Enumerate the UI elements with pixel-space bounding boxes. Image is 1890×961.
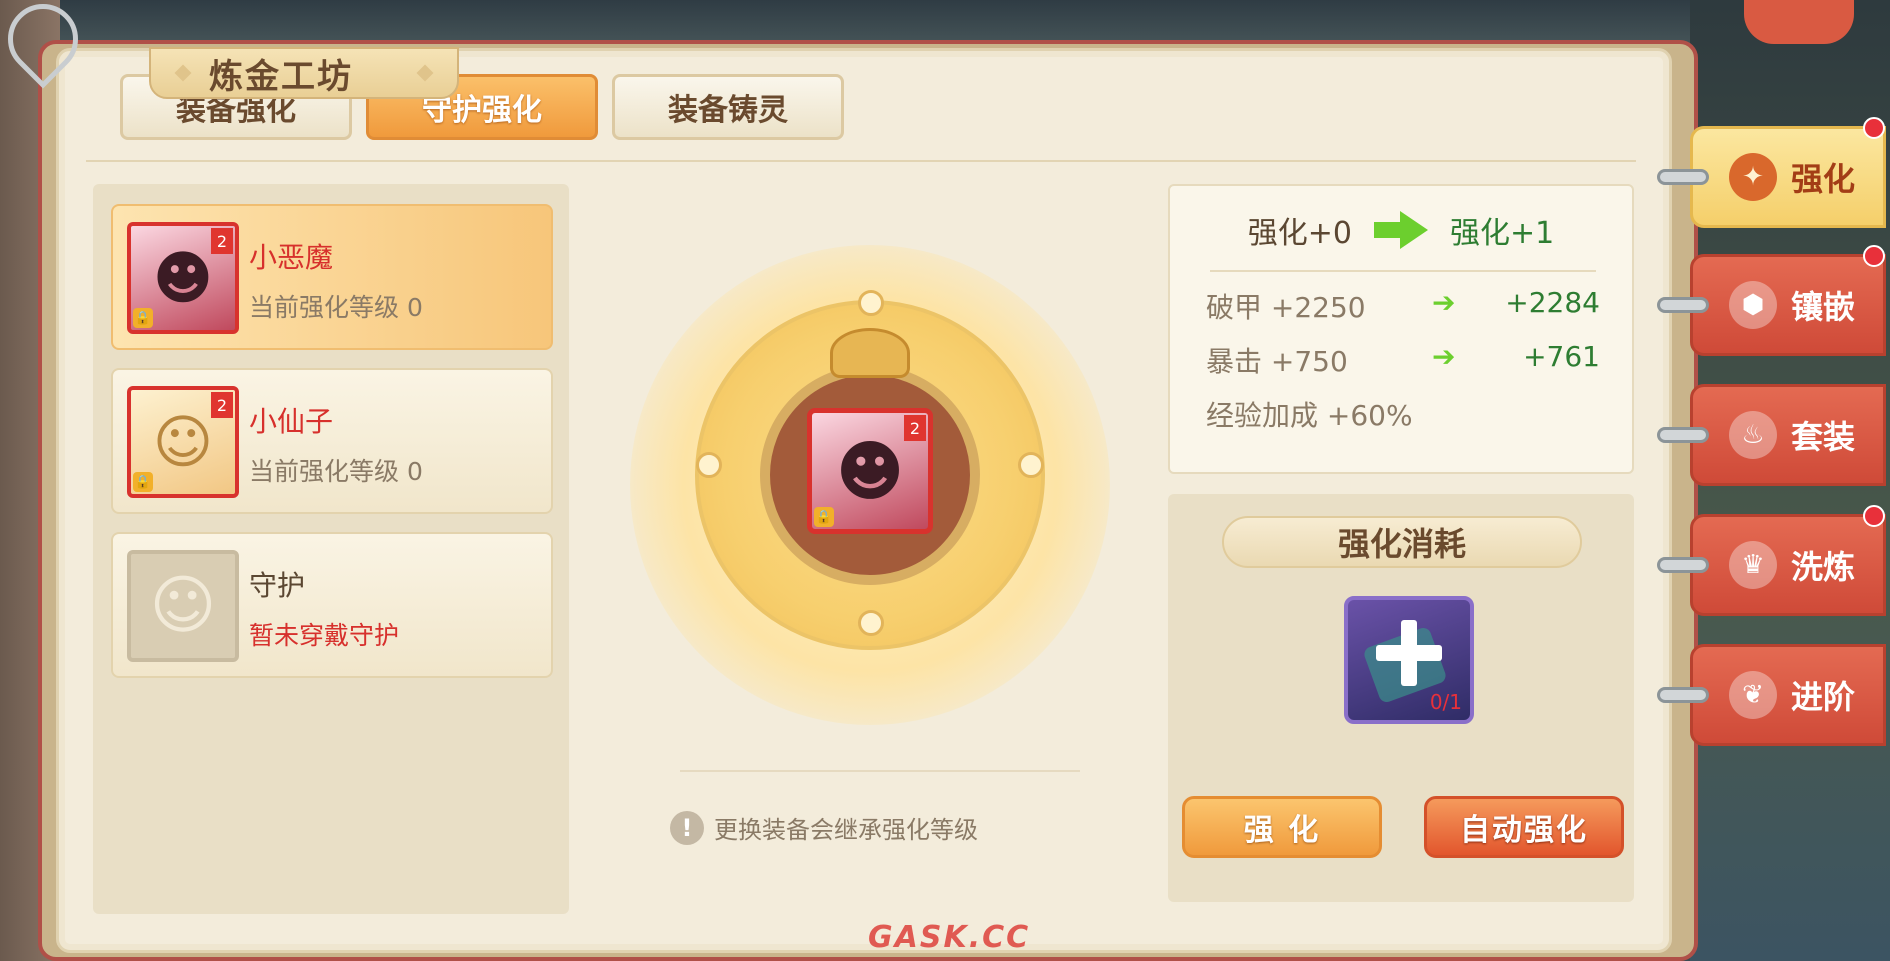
- tip-divider: [680, 770, 1080, 772]
- tab-label: 装备铸灵: [668, 93, 788, 128]
- auto-enhance-button[interactable]: 自动强化: [1424, 796, 1624, 858]
- side-nav-label: 进阶: [1791, 678, 1856, 716]
- item-name: 守护: [249, 569, 306, 602]
- plus-icon: [1376, 620, 1442, 686]
- binder-ring-icon: [1657, 297, 1709, 313]
- ring-node-icon: [696, 452, 722, 478]
- side-nav-inlay[interactable]: ⬢ 镶嵌: [1657, 245, 1886, 356]
- level-badge: 2: [904, 415, 926, 441]
- stats-divider: [1210, 270, 1596, 272]
- stat-label: 破甲 +2250: [1206, 291, 1366, 324]
- notification-dot-icon: [1863, 117, 1885, 139]
- lock-icon: 🔒: [814, 507, 834, 527]
- window-title-tab: 炼金工坊: [149, 47, 459, 99]
- side-nav-label: 洗炼: [1791, 548, 1856, 586]
- binder-ring-icon: [1657, 557, 1709, 573]
- material-count: 0/1: [1429, 690, 1462, 714]
- enhance-stats-panel: 强化+0 强化+1 破甲 +2250 ➔ +2284 暴击 +750 ➔ +76…: [1168, 184, 1634, 474]
- item-enhance-level: 当前强化等级 0: [249, 293, 423, 322]
- list-item-fairy[interactable]: ☺ 2 🔒 小仙子 当前强化等级 0: [111, 368, 553, 514]
- wings-icon: ❦: [1729, 671, 1777, 719]
- stat-label: 经验加成 +60%: [1206, 399, 1413, 432]
- guardian-list: ☻ 2 🔒 小恶魔 当前强化等级 0 ☺ 2 🔒 小仙子 当前强化等级 0 ☺ …: [93, 184, 569, 914]
- side-nav: ✦ 强化 ⬢ 镶嵌 ♨ 套装 ♛ 洗炼 ❦ 进阶: [1657, 0, 1890, 961]
- notification-dot-icon: [1863, 505, 1885, 527]
- material-slot[interactable]: 0/1: [1344, 596, 1474, 724]
- face-glyph: ☺: [152, 408, 214, 476]
- exclamation-icon: !: [670, 810, 704, 845]
- ring-node-icon: [858, 290, 884, 316]
- ring-node-icon: [858, 610, 884, 636]
- enhance-cost-panel: 强化消耗 0/1 强 化 自动强化: [1168, 494, 1634, 902]
- enhance-display: ☻ 2 🔒 ! 更换装备会继承强化等级: [600, 190, 1150, 920]
- header-divider: [86, 160, 1636, 162]
- item-status: 暂未穿戴守护: [249, 621, 400, 650]
- level-badge: 2: [211, 228, 233, 254]
- stat-row-crit: 暴击 +750 ➔ +761: [1206, 340, 1606, 380]
- flame-icon: ♨: [1729, 411, 1777, 459]
- enhance-button[interactable]: 强 化: [1182, 796, 1382, 858]
- item-name: 小恶魔: [249, 241, 334, 274]
- list-item-imp[interactable]: ☻ 2 🔒 小恶魔 当前强化等级 0: [111, 204, 553, 350]
- face-glyph: ☻: [152, 244, 214, 312]
- empty-guardian-icon: ☺: [127, 550, 239, 662]
- stat-new-value: +2284: [1505, 286, 1600, 319]
- side-nav-label: 强化: [1791, 160, 1856, 198]
- notification-dot-icon: [1863, 245, 1885, 267]
- lock-icon: 🔒: [133, 472, 153, 492]
- item-enhance-level: 当前强化等级 0: [249, 457, 423, 486]
- green-arrow-icon: [1374, 211, 1428, 249]
- stat-new-value: +761: [1523, 340, 1600, 373]
- side-nav-refine[interactable]: ♛ 洗炼: [1657, 505, 1886, 616]
- list-item-guardian-empty[interactable]: ☺ 守护 暂未穿戴守护: [111, 532, 553, 678]
- level-badge: 2: [211, 392, 233, 418]
- cost-title: 强化消耗: [1222, 516, 1582, 568]
- ornament-icon: [416, 64, 434, 82]
- side-nav-advance[interactable]: ❦ 进阶: [1657, 644, 1886, 746]
- watermark: GASK.CC: [868, 920, 1031, 955]
- item-name: 小仙子: [249, 405, 334, 438]
- ornament-icon: [174, 64, 192, 82]
- tip-text: 更换装备会继承强化等级: [714, 816, 978, 844]
- hexagon-gem-icon: ⬢: [1729, 281, 1777, 329]
- compass-icon: ✦: [1729, 153, 1777, 201]
- fairy-avatar-icon: ☺ 2 🔒: [127, 386, 239, 498]
- face-glyph: ☺: [149, 569, 217, 643]
- lock-icon: 🔒: [133, 308, 153, 328]
- level-change: 强化+0 强化+1: [1170, 208, 1632, 252]
- side-nav-set[interactable]: ♨ 套装: [1657, 384, 1886, 486]
- imp-avatar-icon: ☻: [835, 432, 905, 510]
- binder-ring-icon: [1657, 427, 1709, 443]
- stat-row-exp-bonus: 经验加成 +60%: [1206, 394, 1606, 434]
- side-nav-label: 套装: [1791, 418, 1856, 456]
- side-nav-enhance[interactable]: ✦ 强化: [1657, 117, 1886, 228]
- crown-icon: ♛: [1729, 541, 1777, 589]
- current-level: 强化+0: [1247, 216, 1352, 251]
- arrow-right-icon: ➔: [1432, 286, 1456, 319]
- window-title: 炼金工坊: [209, 56, 353, 97]
- stat-row-armor-break: 破甲 +2250 ➔ +2284: [1206, 286, 1606, 326]
- binder-ring-icon: [1657, 687, 1709, 703]
- next-level: 强化+1: [1450, 216, 1555, 251]
- side-nav-label: 镶嵌: [1791, 288, 1856, 326]
- arrow-right-icon: ➔: [1432, 340, 1456, 373]
- imp-avatar-icon: ☻ 2 🔒: [127, 222, 239, 334]
- stat-label: 暴击 +750: [1206, 345, 1348, 378]
- binder-ring-icon: [1657, 169, 1709, 185]
- inherit-tip: ! 更换装备会继承强化等级: [670, 810, 978, 845]
- ring-node-icon: [1018, 452, 1044, 478]
- tab-equipment-forge-soul[interactable]: 装备铸灵: [612, 74, 844, 140]
- crest-ornament-icon: [830, 328, 910, 378]
- selected-guardian-avatar[interactable]: ☻ 2 🔒: [807, 408, 933, 534]
